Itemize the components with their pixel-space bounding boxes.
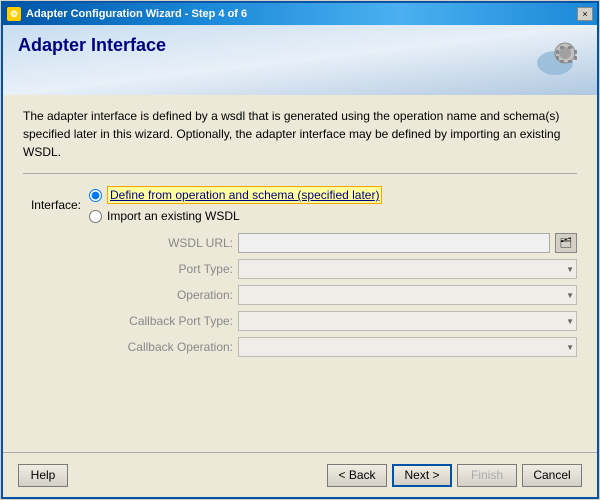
header-title: Adapter Interface xyxy=(18,35,166,56)
title-bar-text: ⚙ Adapter Configuration Wizard - Step 4 … xyxy=(7,7,247,21)
wsdl-url-label: WSDL URL: xyxy=(103,236,233,250)
back-button[interactable]: < Back xyxy=(327,464,387,487)
callback-porttype-select-wrapper xyxy=(238,311,577,331)
browse-button: 🗂 xyxy=(555,233,577,253)
help-button[interactable]: Help xyxy=(18,464,68,487)
porttype-label: Port Type: xyxy=(103,262,233,276)
porttype-select-wrapper xyxy=(238,259,577,279)
callback-operation-select xyxy=(238,337,577,357)
interface-label: Interface: xyxy=(23,198,81,212)
footer: Help < Back Next > Finish Cancel xyxy=(3,452,597,497)
field-row-porttype: Port Type: xyxy=(103,259,577,279)
divider xyxy=(23,173,577,174)
content-area: The adapter interface is defined by a ws… xyxy=(3,95,597,452)
cancel-button[interactable]: Cancel xyxy=(522,464,582,487)
finish-button: Finish xyxy=(457,464,517,487)
header-area: Adapter Interface xyxy=(3,25,597,95)
radio-import-label: Import an existing WSDL xyxy=(107,209,240,223)
interface-row: Interface: Define from operation and sch… xyxy=(23,186,577,223)
footer-left: Help xyxy=(18,464,68,487)
next-button[interactable]: Next > xyxy=(392,464,452,487)
radio-define-label[interactable]: Define from operation and schema (specif… xyxy=(107,186,382,204)
porttype-select xyxy=(238,259,577,279)
wizard-icon: ⚙ xyxy=(7,7,21,21)
radio-option-define: Define from operation and schema (specif… xyxy=(89,186,382,204)
close-button[interactable]: × xyxy=(577,7,593,21)
description-text: The adapter interface is defined by a ws… xyxy=(23,107,577,161)
operation-select xyxy=(238,285,577,305)
fields-section: WSDL URL: 🗂 Port Type: Operation: xyxy=(103,233,577,357)
folder-icon: 🗂 xyxy=(560,238,573,249)
field-row-callback-porttype: Callback Port Type: xyxy=(103,311,577,331)
interface-section: Interface: Define from operation and sch… xyxy=(23,186,577,223)
title-bar: ⚙ Adapter Configuration Wizard - Step 4 … xyxy=(3,3,597,25)
wizard-window: ⚙ Adapter Configuration Wizard - Step 4 … xyxy=(1,1,599,499)
header-icon xyxy=(527,35,582,90)
radio-import[interactable] xyxy=(89,210,102,223)
wsdl-url-input xyxy=(238,233,550,253)
operation-select-wrapper xyxy=(238,285,577,305)
footer-right: < Back Next > Finish Cancel xyxy=(327,464,582,487)
callback-operation-label: Callback Operation: xyxy=(103,340,233,354)
operation-label: Operation: xyxy=(103,288,233,302)
title-bar-controls: × xyxy=(577,7,593,21)
callback-operation-select-wrapper xyxy=(238,337,577,357)
field-row-operation: Operation: xyxy=(103,285,577,305)
field-row-callback-operation: Callback Operation: xyxy=(103,337,577,357)
radio-group: Define from operation and schema (specif… xyxy=(89,186,382,223)
field-row-wsdl: WSDL URL: 🗂 xyxy=(103,233,577,253)
radio-define[interactable] xyxy=(89,189,102,202)
callback-porttype-label: Callback Port Type: xyxy=(103,314,233,328)
radio-option-import: Import an existing WSDL xyxy=(89,209,382,223)
callback-porttype-select xyxy=(238,311,577,331)
